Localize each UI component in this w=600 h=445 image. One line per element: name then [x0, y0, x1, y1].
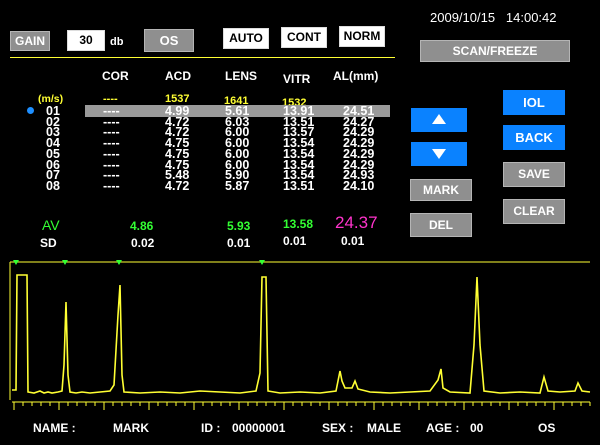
- sd-label: SD: [40, 236, 57, 250]
- row-cor: ----: [103, 178, 120, 193]
- header-lens: LENS: [225, 69, 258, 83]
- gain-button[interactable]: GAIN: [10, 31, 50, 51]
- header-divider: [10, 57, 395, 58]
- header-vitr: VITR: [283, 72, 311, 86]
- waveform-trace: [12, 274, 591, 394]
- row-al: 24.10: [343, 178, 375, 193]
- datetime: 2009/10/15 14:00:42: [430, 10, 557, 25]
- age-label: AGE :: [426, 421, 460, 435]
- up-arrow-icon: [432, 114, 446, 124]
- name-value: MARK: [113, 421, 149, 435]
- row-lens: 5.87: [225, 178, 250, 193]
- row-vitr: 13.51: [283, 178, 315, 193]
- name-label: NAME :: [33, 421, 76, 435]
- row-acd: 4.72: [165, 178, 190, 193]
- selected-row-dot: [27, 107, 34, 114]
- av-al: 24.37: [335, 213, 378, 232]
- mode-auto-button[interactable]: AUTO: [223, 28, 269, 49]
- scale-ticks: [13, 402, 591, 410]
- sex-label: SEX :: [322, 421, 354, 435]
- sd-al: 0.01: [341, 234, 365, 248]
- save-button[interactable]: SAVE: [503, 162, 565, 187]
- scan-freeze-button[interactable]: SCAN/FREEZE: [420, 40, 570, 62]
- biometry-screen: 2009/10/15 14:00:42 GAIN 30 db OS AUTO C…: [0, 0, 600, 445]
- eye-select-button[interactable]: OS: [144, 29, 194, 52]
- iol-button[interactable]: IOL: [503, 90, 565, 115]
- header-al: AL(mm): [333, 69, 379, 83]
- av-lens: 5.93: [227, 219, 251, 233]
- age-value: 00: [470, 421, 484, 435]
- sd-lens: 0.01: [227, 236, 251, 250]
- sex-value: MALE: [367, 421, 401, 435]
- mode-cont-button[interactable]: CONT: [281, 27, 327, 48]
- scroll-down-button[interactable]: [411, 142, 467, 166]
- sd-acd: 0.02: [131, 236, 155, 250]
- gain-unit: db: [110, 36, 124, 48]
- footer-eye: OS: [538, 421, 556, 435]
- down-arrow-icon: [432, 149, 446, 159]
- mark-button[interactable]: MARK: [410, 179, 472, 201]
- a-scan-waveform: [9, 260, 591, 410]
- mode-norm-button[interactable]: NORM: [339, 26, 385, 47]
- av-label: AV: [42, 217, 60, 233]
- id-label: ID :: [201, 421, 221, 435]
- header-acd: ACD: [165, 69, 191, 83]
- scroll-up-button[interactable]: [411, 108, 467, 132]
- av-acd: 4.86: [130, 219, 154, 233]
- id-value: 00000001: [232, 421, 286, 435]
- gain-value-field[interactable]: 30: [67, 30, 105, 51]
- sd-vitr: 0.01: [283, 234, 307, 248]
- del-button[interactable]: DEL: [410, 213, 472, 237]
- clear-button[interactable]: CLEAR: [503, 199, 565, 224]
- av-vitr: 13.58: [283, 217, 314, 231]
- header-cor: COR: [102, 69, 129, 83]
- row-number: 08: [46, 178, 60, 193]
- back-button[interactable]: BACK: [503, 125, 565, 150]
